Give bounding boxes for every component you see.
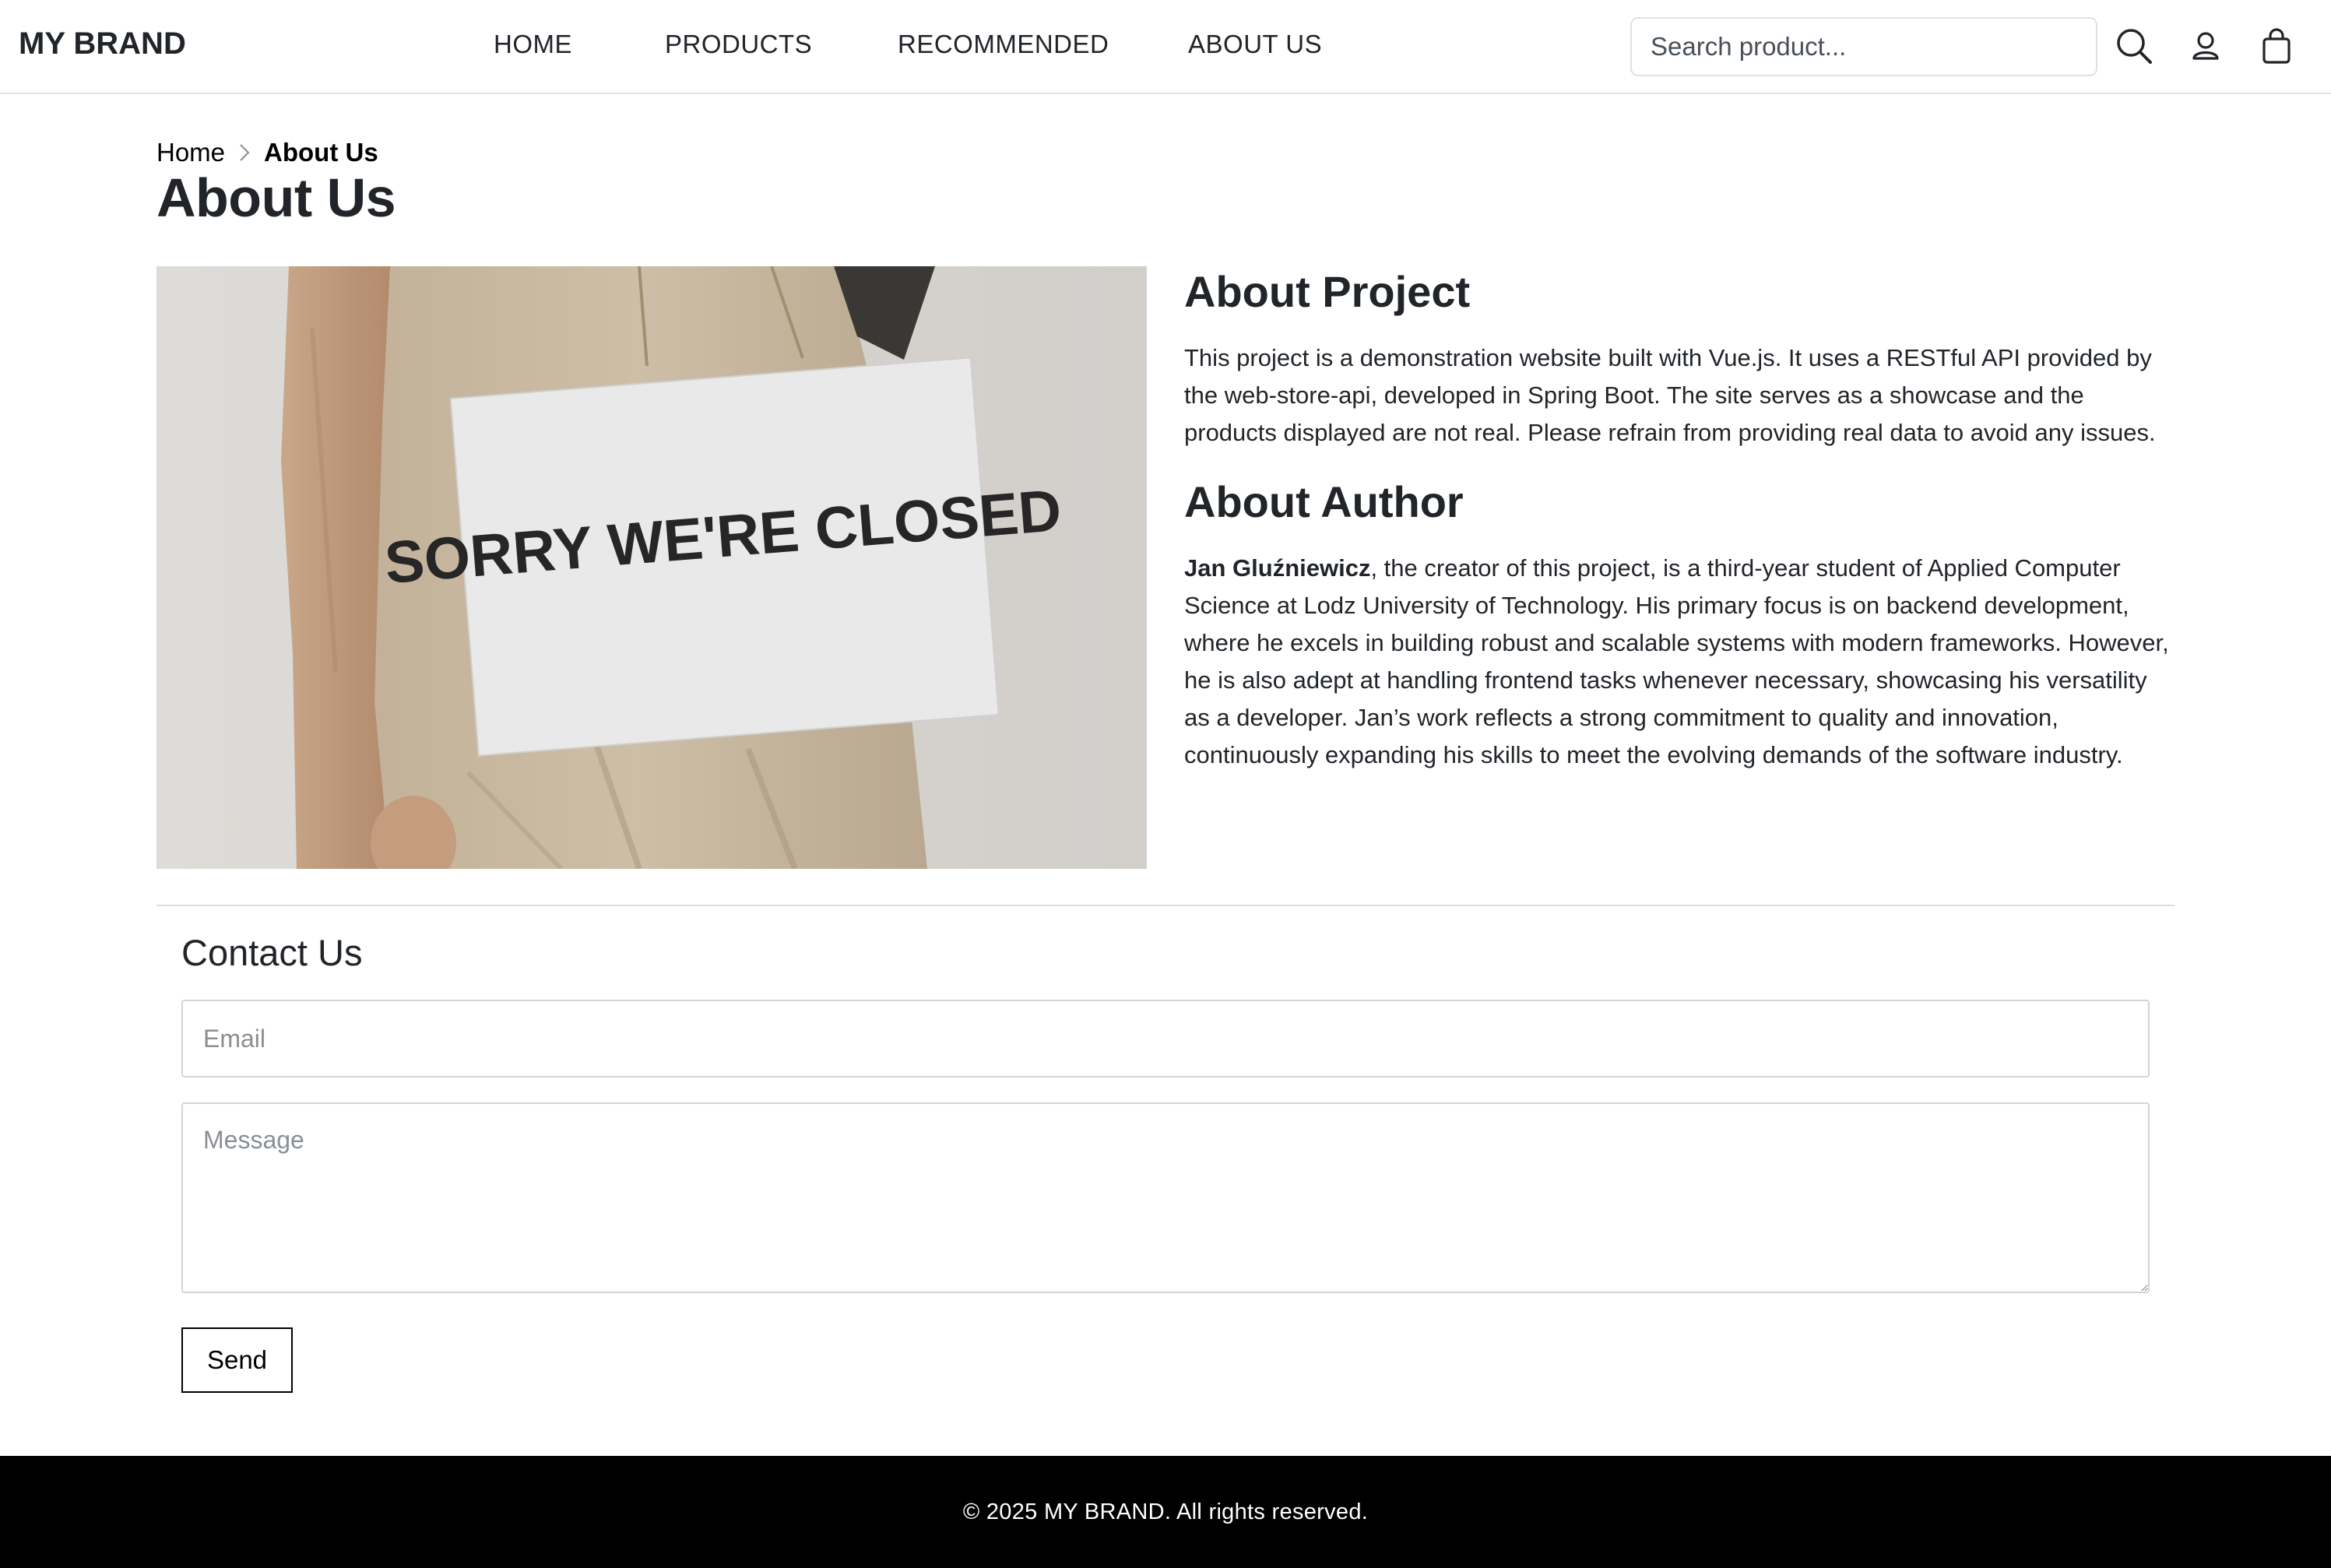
chevron-right-icon <box>236 141 253 164</box>
search-input[interactable] <box>1630 17 2097 76</box>
about-project-text: This project is a demonstration website … <box>1184 344 2156 446</box>
footer: © 2025 MY BRAND. All rights reserved. <box>0 1456 2331 1568</box>
about-author-heading: About Author <box>1184 477 1464 526</box>
nav-link-recommended[interactable]: RECOMMENDED <box>898 30 1109 59</box>
breadcrumb: Home About Us <box>156 135 378 170</box>
send-button[interactable]: Send <box>181 1327 293 1393</box>
search-icon[interactable] <box>2111 23 2158 70</box>
closed-sign-image: SORRY WE'RE CLOSED <box>156 266 1147 869</box>
message-field[interactable] <box>181 1102 2150 1293</box>
email-field[interactable] <box>181 1000 2150 1078</box>
about-project-heading: About Project <box>1184 267 1471 316</box>
page-title: About Us <box>156 167 396 228</box>
brand-logo[interactable]: MY BRAND <box>19 26 186 62</box>
contact-heading: Contact Us <box>181 932 363 973</box>
nav-link-about-us[interactable]: ABOUT US <box>1188 30 1322 59</box>
shopping-bag-icon[interactable] <box>2253 23 2300 70</box>
author-name: Jan Gluźniewicz <box>1184 554 1371 582</box>
footer-copyright: © 2025 MY BRAND. All rights reserved. <box>962 1499 1369 1524</box>
user-icon[interactable] <box>2182 23 2229 70</box>
about-author-text: Jan Gluźniewicz, the creator of this pro… <box>1184 550 2173 774</box>
section-divider <box>156 905 2175 906</box>
breadcrumb-home-link[interactable]: Home <box>156 138 225 167</box>
nav-link-home[interactable]: HOME <box>494 30 572 59</box>
top-navbar: MY BRAND HOME PRODUCTS RECOMMENDED ABOUT… <box>0 0 2331 94</box>
nav-link-products[interactable]: PRODUCTS <box>665 30 812 59</box>
info-column: About Project This project is a demonstr… <box>1184 265 2173 774</box>
breadcrumb-current: About Us <box>264 138 378 167</box>
author-bio: , the creator of this project, is a thir… <box>1184 554 2169 768</box>
